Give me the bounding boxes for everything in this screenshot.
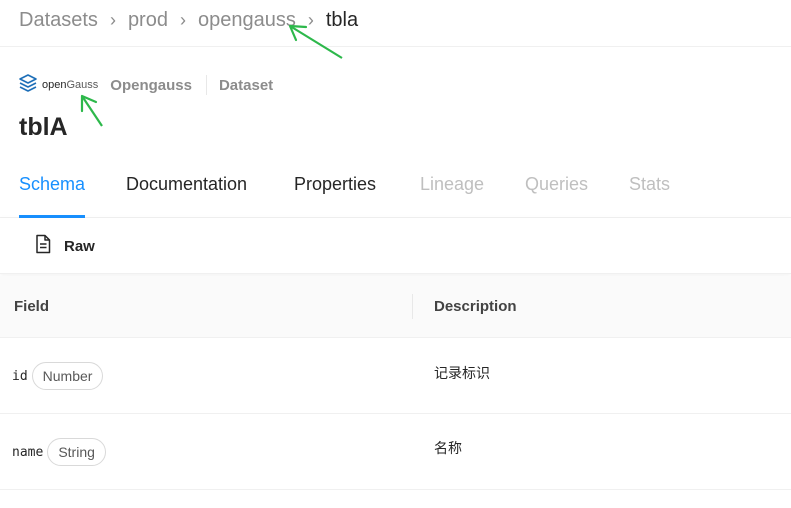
breadcrumb-current: tbla xyxy=(325,8,359,31)
platform-row: openGauss Opengauss Dataset xyxy=(18,72,273,98)
field-type-tag: String xyxy=(47,438,106,466)
entity-type: Dataset xyxy=(218,76,274,94)
raw-button-label: Raw xyxy=(64,237,95,255)
field-type-tag: Number xyxy=(31,362,104,390)
field-name: id xyxy=(12,368,28,384)
tab-queries: Queries xyxy=(525,174,589,194)
tab-lineage: Lineage xyxy=(420,174,485,194)
breadcrumb-item-prod[interactable]: prod xyxy=(128,9,168,32)
schema-toolbar: Raw xyxy=(0,218,791,274)
header-divider xyxy=(0,46,791,47)
opengauss-layers-icon xyxy=(18,73,38,98)
field-description[interactable]: 名称 xyxy=(434,438,462,458)
column-header-field: Field xyxy=(14,298,50,315)
raw-button[interactable]: Raw xyxy=(34,234,95,258)
tab-stats: Stats xyxy=(629,174,671,194)
tab-bar: Schema Documentation Properties Lineage … xyxy=(0,160,791,218)
breadcrumb-separator: › xyxy=(179,9,186,30)
column-divider[interactable] xyxy=(412,294,413,319)
breadcrumb-item-opengauss[interactable]: opengauss xyxy=(198,9,296,32)
file-text-icon xyxy=(34,234,64,258)
platform-logo: openGauss xyxy=(18,73,98,98)
tab-properties[interactable]: Properties xyxy=(294,174,376,195)
tab-documentation[interactable]: Documentation xyxy=(126,174,247,195)
column-header-description: Description xyxy=(434,298,517,315)
breadcrumb-separator: › xyxy=(307,9,314,30)
platform-divider xyxy=(205,75,207,95)
platform-name: Opengauss xyxy=(110,76,192,94)
field-name: name xyxy=(12,444,44,460)
breadcrumb-item-datasets[interactable]: Datasets xyxy=(19,9,98,32)
breadcrumb: Datasets › prod › opengauss › tbla xyxy=(19,7,358,33)
logo-wordmark: openGauss xyxy=(42,79,99,91)
tab-schema[interactable]: Schema xyxy=(19,174,85,195)
table-row[interactable]: name String 名称 xyxy=(0,414,791,490)
field-cell: name String xyxy=(12,438,106,466)
field-cell: id Number xyxy=(12,362,104,390)
entity-title: tblA xyxy=(19,113,68,141)
table-row[interactable]: id Number 记录标识 xyxy=(0,338,791,414)
schema-table: Field Description id Number 记录标识 name St… xyxy=(0,276,791,490)
breadcrumb-separator: › xyxy=(109,9,116,30)
table-header: Field Description xyxy=(0,276,791,338)
field-description[interactable]: 记录标识 xyxy=(434,363,490,383)
